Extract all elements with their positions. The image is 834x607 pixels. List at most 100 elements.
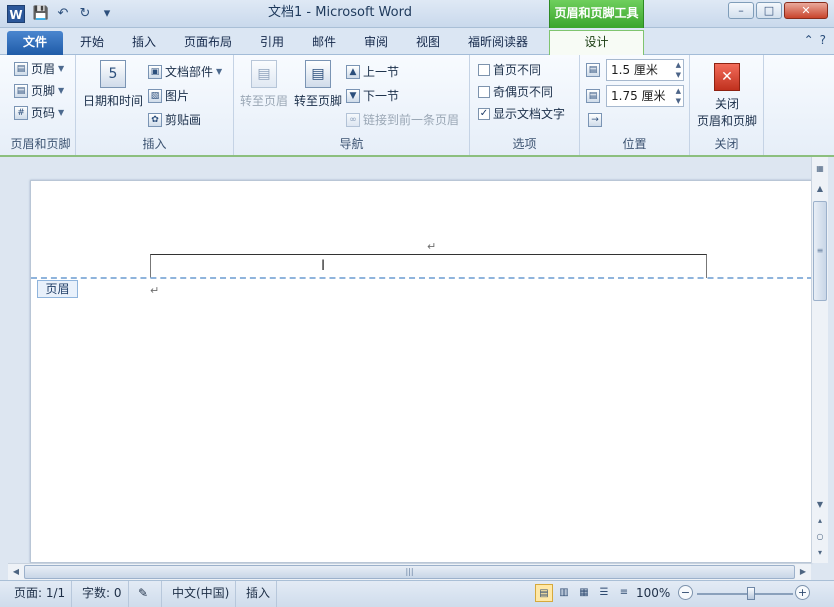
page-count[interactable]: 页面: 1/1 <box>8 581 73 607</box>
goto-footer-button[interactable]: ▤ 转至页脚 <box>292 60 344 109</box>
minimize-button[interactable]: – <box>728 2 754 19</box>
footer-button[interactable]: ▤ 页脚 ▼ <box>14 82 64 99</box>
save-icon[interactable]: 💾 <box>32 5 50 23</box>
zoom-level[interactable]: 100% <box>636 581 670 605</box>
draft-icon[interactable]: ≡ <box>615 584 633 602</box>
text-cursor-icon: I <box>321 258 326 274</box>
window-controls: – □ ✕ <box>728 2 828 19</box>
ruler-toggle-icon[interactable]: ▦ <box>812 161 828 177</box>
scroll-down-icon[interactable]: ▼ <box>812 497 828 513</box>
document-parts-label: 文档部件 <box>165 65 214 79</box>
scroll-left-icon[interactable]: ◀ <box>8 564 24 580</box>
goto-header-button[interactable]: ▤ 转至页眉 <box>238 60 290 109</box>
vertical-scroll-thumb[interactable]: ≡ <box>813 201 827 301</box>
collapse-ribbon-icon[interactable]: ⌃ <box>804 33 814 47</box>
document-page[interactable]: ↵ I 页眉 ↵ <box>30 180 813 563</box>
insert-mode-indicator[interactable]: 插入 <box>240 581 278 607</box>
group-label-insert: 插入 <box>142 137 167 151</box>
header-area-box[interactable] <box>150 254 707 278</box>
clipart-button[interactable]: ✿ 剪贴画 <box>148 111 201 128</box>
zoom-slider-thumb[interactable] <box>747 587 755 600</box>
tab-home[interactable]: 开始 <box>72 31 112 55</box>
header-button[interactable]: ▤ 页眉 ▼ <box>14 60 64 77</box>
zoom-in-icon[interactable]: + <box>795 585 810 600</box>
tab-view[interactable]: 视图 <box>408 31 448 55</box>
scroll-right-icon[interactable]: ▶ <box>795 564 811 580</box>
tab-review[interactable]: 审阅 <box>356 31 396 55</box>
tab-foxit-reader[interactable]: 福昕阅读器 <box>460 31 536 55</box>
tab-file[interactable]: 文件 <box>7 31 63 55</box>
tab-references[interactable]: 引用 <box>252 31 292 55</box>
outline-icon[interactable]: ☰ <box>595 584 613 602</box>
view-buttons: ▤ ▥ ▦ ☰ ≡ <box>535 584 633 602</box>
next-page-icon[interactable]: ▾ <box>812 545 828 561</box>
word-app-icon[interactable]: W <box>7 5 25 23</box>
quick-access-toolbar: 💾 ↶ ↻ ▾ <box>32 5 116 23</box>
previous-section-button[interactable]: ▲ 上一节 <box>346 63 399 80</box>
chevron-down-icon: ▼ <box>216 67 223 76</box>
paragraph-mark: ↵ <box>150 284 160 297</box>
header-from-top-spinner[interactable]: 1.5 厘米 ▲ ▼ <box>606 59 684 81</box>
previous-section-icon: ▲ <box>346 64 360 79</box>
link-icon: ∞ <box>346 112 360 127</box>
close-header-footer-button[interactable]: ✕ 关闭 页眉和页脚 <box>692 63 762 129</box>
close-button[interactable]: ✕ <box>784 2 828 19</box>
redo-icon[interactable]: ↻ <box>76 5 94 23</box>
date-time-button[interactable]: 5 日期和时间 <box>80 60 146 109</box>
tab-insert[interactable]: 插入 <box>124 31 164 55</box>
scroll-up-icon[interactable]: ▲ <box>812 181 828 197</box>
horizontal-scrollbar[interactable]: ◀ ||| ▶ <box>8 563 811 580</box>
ribbon-controls: ⌃ ? <box>804 33 826 47</box>
different-first-page-checkbox[interactable]: 首页不同 <box>478 61 541 78</box>
zoom-slider-track[interactable] <box>697 593 793 595</box>
checkbox-unchecked-icon <box>478 85 490 98</box>
link-to-previous-button[interactable]: ∞ 链接到前一条页眉 <box>346 111 459 128</box>
group-close: ✕ 关闭 页眉和页脚 关闭 <box>690 55 764 155</box>
language-indicator[interactable]: 中文(中国) <box>166 581 237 607</box>
goto-footer-label: 转至页脚 <box>293 94 342 108</box>
header-from-top-value: 1.5 厘米 <box>611 63 658 77</box>
title-bar: W 💾 ↶ ↻ ▾ 文档1 - Microsoft Word 页眉和页脚工具 –… <box>0 0 834 28</box>
checkbox-unchecked-icon <box>478 63 490 76</box>
zoom-out-icon[interactable]: − <box>678 585 693 600</box>
full-screen-reading-icon[interactable]: ▥ <box>555 584 573 602</box>
print-layout-icon[interactable]: ▤ <box>535 584 553 602</box>
header-tag: 页眉 <box>37 280 78 298</box>
tab-mailings[interactable]: 邮件 <box>304 31 344 55</box>
web-layout-icon[interactable]: ▦ <box>575 584 593 602</box>
document-parts-button[interactable]: ▣ 文档部件 ▼ <box>148 63 222 80</box>
group-label-options: 选项 <box>512 137 537 151</box>
footer-from-bottom-spinner[interactable]: 1.75 厘米 ▲ ▼ <box>606 85 684 107</box>
document-area: ↵ I 页眉 ↵ ▦ ▲ ≡ ▼ ▴ ○ ▾ <box>0 157 834 563</box>
group-navigation: ▤ 转至页眉 ▤ 转至页脚 ▲ 上一节 ▼ 下一节 ∞ 链接到前一条页眉 导航 <box>234 55 470 155</box>
insert-alignment-tab-icon[interactable]: → <box>588 113 602 127</box>
next-section-button[interactable]: ▼ 下一节 <box>346 87 399 104</box>
close-header-footer-label-line1: 关闭 <box>714 97 739 111</box>
show-document-text-checkbox[interactable]: ✓ 显示文档文字 <box>478 105 565 122</box>
customize-qat-icon[interactable]: ▾ <box>98 5 116 23</box>
status-bar: 页面: 1/1 字数: 0 ✎ 中文(中国) 插入 ▤ ▥ ▦ ☰ ≡ 100%… <box>0 580 834 607</box>
page-number-button[interactable]: # 页码 ▼ <box>14 104 64 121</box>
footer-from-bottom-value: 1.75 厘米 <box>611 89 666 103</box>
previous-page-icon[interactable]: ▴ <box>812 513 828 529</box>
word-count[interactable]: 字数: 0 <box>76 581 129 607</box>
maximize-button[interactable]: □ <box>756 2 782 19</box>
horizontal-scroll-thumb[interactable]: ||| <box>24 565 795 579</box>
document-parts-icon: ▣ <box>148 64 162 79</box>
picture-icon: ▧ <box>148 88 162 103</box>
proofing-icon[interactable]: ✎ <box>132 581 162 607</box>
spinner-arrows-icon[interactable]: ▲ ▼ <box>676 86 681 106</box>
left-margin-strip <box>0 157 8 563</box>
vertical-scrollbar[interactable]: ▦ ▲ ≡ ▼ ▴ ○ ▾ <box>811 157 828 563</box>
different-odd-even-checkbox[interactable]: 奇偶页不同 <box>478 83 553 100</box>
help-icon[interactable]: ? <box>820 33 826 47</box>
picture-button[interactable]: ▧ 图片 <box>148 87 189 104</box>
select-browse-object-icon[interactable]: ○ <box>812 529 828 545</box>
link-to-previous-label: 链接到前一条页眉 <box>363 113 460 127</box>
tab-design[interactable]: 设计 <box>549 30 644 56</box>
undo-icon[interactable]: ↶ <box>54 5 72 23</box>
spinner-arrows-icon[interactable]: ▲ ▼ <box>676 60 681 80</box>
group-label-header-footer: 页眉和页脚 <box>10 137 71 151</box>
chevron-down-icon: ▼ <box>58 86 65 95</box>
tab-page-layout[interactable]: 页面布局 <box>176 31 240 55</box>
